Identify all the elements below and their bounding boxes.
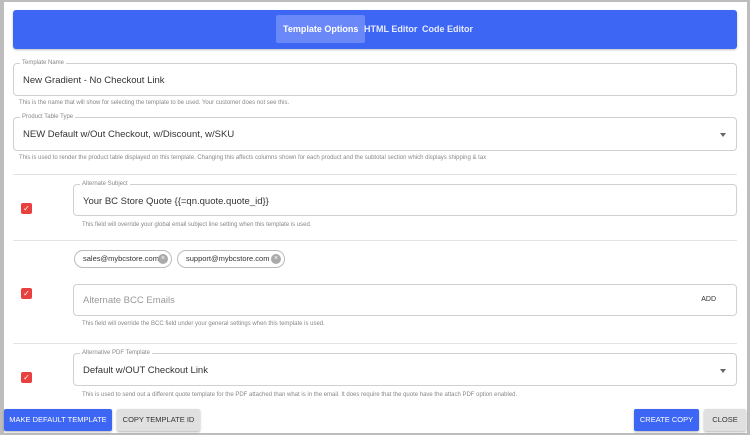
alt-pdf-value: Default w/OUT Checkout Link	[83, 365, 208, 376]
tab-bar: Template Options HTML Editor Code Editor	[13, 10, 737, 49]
bcc-checkbox[interactable]: ✓	[21, 288, 32, 299]
alt-pdf-help: This is used to send out a different quo…	[82, 392, 518, 398]
template-name-help: This is the name that will show for sele…	[19, 100, 290, 106]
dropdown-arrow-icon	[720, 133, 726, 137]
alt-pdf-checkbox[interactable]: ✓	[21, 372, 32, 383]
remove-chip-icon[interactable]: ×	[158, 254, 168, 264]
template-name-value: New Gradient - No Checkout Link	[23, 75, 165, 86]
divider	[13, 240, 737, 241]
close-button[interactable]: CLOSE	[704, 409, 746, 431]
chip-label: sales@mybcstore.com	[83, 254, 159, 263]
product-table-help: This is used to render the product table…	[19, 155, 487, 161]
check-icon: ✓	[23, 373, 30, 382]
bcc-help: This field will override the BCC field u…	[82, 321, 325, 327]
chip-label: support@mybcstore.com	[186, 254, 270, 263]
make-default-template-button[interactable]: MAKE DEFAULT TEMPLATE	[4, 409, 112, 431]
product-table-value: NEW Default w/Out Checkout, w/Discount, …	[23, 129, 235, 140]
template-name-field[interactable]: Template Name New Gradient - No Checkout…	[13, 59, 737, 96]
alt-subject-checkbox[interactable]: ✓	[21, 203, 32, 214]
add-bcc-button[interactable]: ADD	[701, 296, 716, 303]
bcc-input[interactable]: Alternate BCC Emails ADD	[73, 284, 737, 316]
email-chip: sales@mybcstore.com ×	[74, 250, 172, 268]
alt-subject-label: Alternate Subject	[80, 180, 130, 189]
divider	[13, 174, 737, 175]
create-copy-button[interactable]: CREATE COPY	[634, 409, 699, 431]
check-icon: ✓	[23, 204, 30, 213]
dropdown-arrow-icon	[720, 369, 726, 373]
remove-chip-icon[interactable]: ×	[271, 254, 281, 264]
copy-template-id-button[interactable]: COPY TEMPLATE ID	[117, 409, 200, 431]
template-name-label: Template Name	[20, 59, 67, 68]
email-chip: support@mybcstore.com ×	[177, 250, 285, 268]
alt-subject-value: Your BC Store Quote {{=qn.quote.quote_id…	[83, 196, 269, 207]
product-table-select[interactable]: Product Table Type NEW Default w/Out Che…	[13, 113, 737, 151]
tab-template-options[interactable]: Template Options	[276, 15, 366, 43]
product-table-label: Product Table Type	[20, 113, 76, 122]
check-icon: ✓	[23, 289, 30, 298]
alt-pdf-select[interactable]: Alternative PDF Template Default w/OUT C…	[73, 349, 737, 386]
bcc-placeholder: Alternate BCC Emails	[83, 295, 175, 306]
divider	[13, 343, 737, 344]
alt-subject-help: This field will override your global ema…	[82, 222, 312, 228]
alt-subject-field[interactable]: Alternate Subject Your BC Store Quote {{…	[73, 180, 737, 216]
alt-pdf-label: Alternative PDF Template	[80, 349, 152, 358]
tab-code-editor[interactable]: Code Editor	[415, 15, 480, 43]
